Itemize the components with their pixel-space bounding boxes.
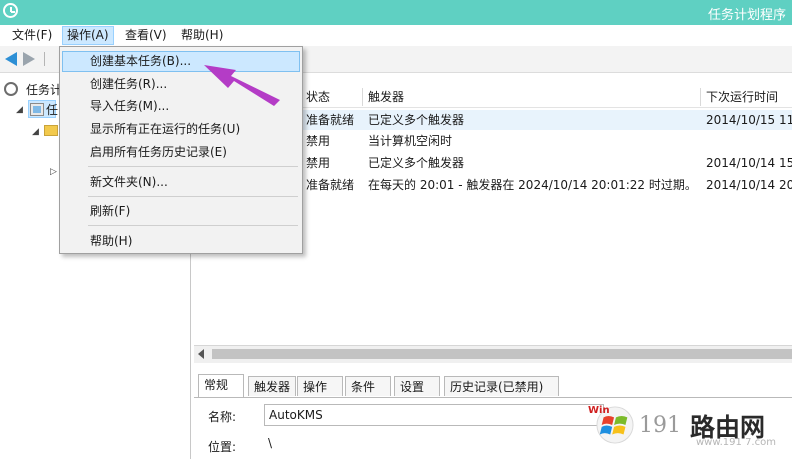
cell-status: 禁用 <box>306 134 331 148</box>
cell-trigger: 已定义多个触发器 <box>368 156 465 170</box>
menu-item-refresh[interactable]: 刷新(F) <box>90 201 130 221</box>
annotation-arrow-icon <box>204 65 280 106</box>
name-label: 名称: <box>208 410 237 424</box>
column-header-next-run[interactable]: 下次运行时间 <box>706 87 778 107</box>
location-value: \ <box>268 436 273 450</box>
cell-trigger: 已定义多个触发器 <box>368 113 465 127</box>
menu-item-help[interactable]: 帮助(H) <box>90 231 132 251</box>
watermark-url: www.191 7.com <box>696 437 776 448</box>
back-arrow-icon[interactable] <box>5 52 17 66</box>
cell-status: 准备就绪 <box>306 113 355 127</box>
menu-view[interactable]: 查看(V) <box>121 27 171 44</box>
menu-bar <box>0 25 792 46</box>
tree-root-item[interactable]: 任务计 <box>26 81 62 98</box>
library-icon <box>30 103 44 116</box>
menu-item-create-basic-task[interactable]: 创建基本任务(B)... <box>90 51 191 71</box>
toolbar-separator <box>44 52 45 66</box>
tree-item-library[interactable]: 任 <box>46 101 58 118</box>
tree-expander-collapsed-icon[interactable]: ▷ <box>50 167 57 177</box>
menu-item-create-task[interactable]: 创建任务(R)... <box>90 74 167 94</box>
watermark-number: 191 <box>639 413 681 438</box>
name-field[interactable]: AutoKMS <box>264 404 604 426</box>
cell-status: 禁用 <box>306 156 331 170</box>
menu-item-enable-history[interactable]: 启用所有任务历史记录(E) <box>90 142 227 162</box>
tab-history[interactable]: 历史记录(已禁用) <box>444 376 559 396</box>
tab-actions[interactable]: 操作 <box>297 376 343 396</box>
clock-icon <box>4 82 18 96</box>
menu-separator <box>88 225 298 226</box>
menu-item-import-task[interactable]: 导入任务(M)... <box>90 96 169 116</box>
tab-general[interactable]: 常规 <box>198 374 244 397</box>
menu-help[interactable]: 帮助(H) <box>177 27 227 44</box>
scroll-left-icon[interactable] <box>198 349 204 359</box>
scrollbar-thumb[interactable] <box>212 349 792 359</box>
watermark-win-text: Win <box>588 405 610 416</box>
cell-next-run: 2014/10/15 11 <box>706 113 792 127</box>
cell-next-run: 2014/10/14 15 <box>706 156 792 170</box>
menu-separator <box>88 196 298 197</box>
tab-settings[interactable]: 设置 <box>394 376 440 396</box>
tree-expander-icon[interactable]: ◢ <box>16 105 23 115</box>
cell-trigger: 当计算机空闲时 <box>368 134 453 148</box>
column-divider[interactable] <box>700 88 701 106</box>
folder-icon <box>44 125 58 136</box>
column-header-status[interactable]: 状态 <box>306 87 330 107</box>
cell-trigger: 在每天的 20:01 - 触发器在 2024/10/14 20:01:22 时过… <box>368 178 697 192</box>
tree-expander-icon[interactable]: ◢ <box>32 127 39 137</box>
title-bar <box>0 0 792 25</box>
menu-item-new-folder[interactable]: 新文件夹(N)... <box>90 172 168 192</box>
column-divider[interactable] <box>362 88 363 106</box>
window-title: 任务计划程序 <box>707 8 786 23</box>
app-clock-icon <box>3 3 18 18</box>
tab-triggers[interactable]: 触发器 <box>248 376 296 396</box>
menu-item-show-running[interactable]: 显示所有正在运行的任务(U) <box>90 119 240 139</box>
location-label: 位置: <box>208 440 237 454</box>
menu-separator <box>88 166 298 167</box>
menu-action[interactable]: 操作(A) <box>62 26 114 45</box>
tab-conditions[interactable]: 条件 <box>345 376 391 396</box>
cell-next-run: 2014/10/14 20 <box>706 178 792 192</box>
cell-status: 准备就绪 <box>306 178 355 192</box>
forward-arrow-icon[interactable] <box>23 52 35 66</box>
menu-file[interactable]: 文件(F) <box>8 27 56 44</box>
column-header-trigger[interactable]: 触发器 <box>368 87 404 107</box>
